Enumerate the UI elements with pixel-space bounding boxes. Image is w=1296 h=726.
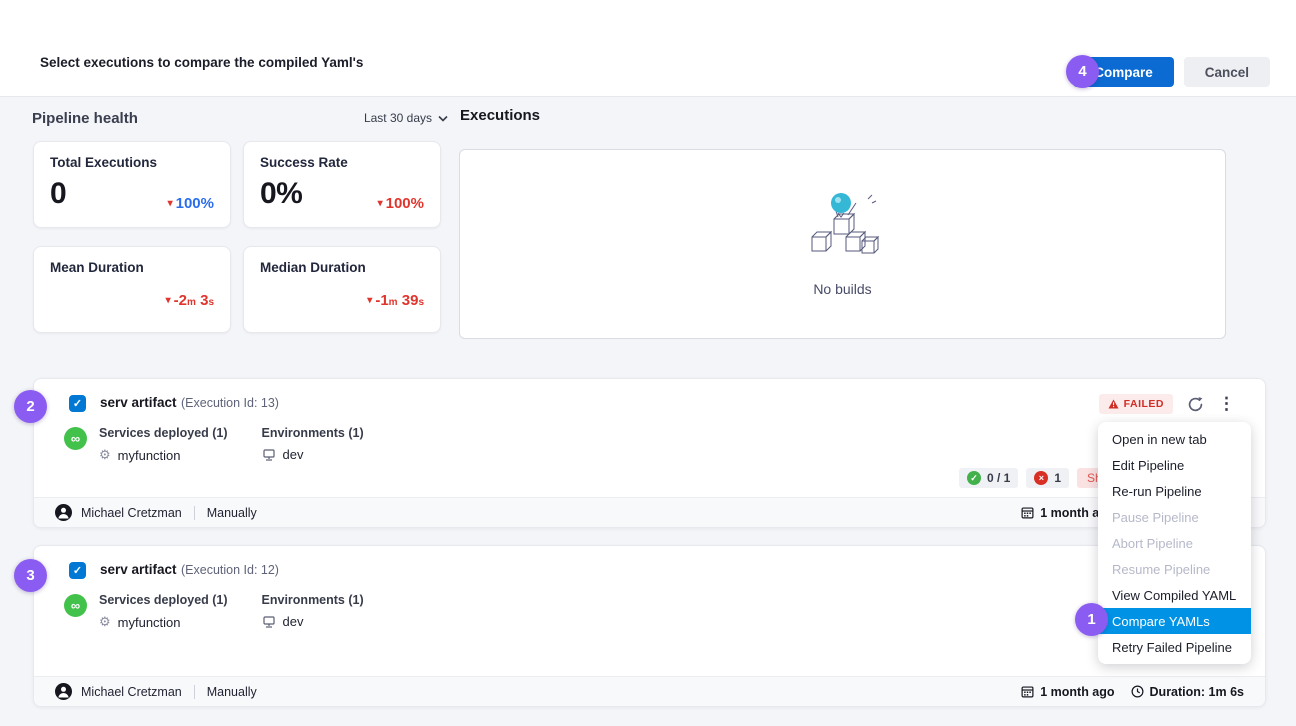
success-count-pill: ✓0 / 1 xyxy=(959,468,1018,488)
trigger-type: Manually xyxy=(207,506,257,520)
page-header: Select executions to compare the compile… xyxy=(0,0,1296,97)
no-builds-label: No builds xyxy=(813,281,871,297)
cd-module-icon: ∞ xyxy=(64,427,87,450)
annotation-step-4: 4 xyxy=(1066,55,1099,88)
pipeline-health-title: Pipeline health xyxy=(32,110,138,127)
stat-delta: ▾-1m 39s xyxy=(367,292,424,309)
environments-column: Environments (1) dev xyxy=(262,593,364,630)
trigger-type: Manually xyxy=(207,685,257,699)
success-check-icon: ✓ xyxy=(967,471,981,485)
check-icon: ✓ xyxy=(73,397,82,410)
rerun-button[interactable] xyxy=(1186,395,1205,414)
menu-item-open-in-new-tab[interactable]: Open in new tab xyxy=(1098,426,1251,452)
execution-id: (Execution Id: 12) xyxy=(181,563,279,577)
execution-footer: Michael Cretzman Manually 1 month ago Du… xyxy=(34,497,1265,527)
stat-delta: ▾100% xyxy=(378,195,424,212)
cd-module-icon: ∞ xyxy=(64,594,87,617)
services-deployed-label: Services deployed (1) xyxy=(99,426,228,440)
environment-item: dev xyxy=(262,447,364,462)
menu-item-compare-yamls[interactable]: Compare YAMLs xyxy=(1098,608,1251,634)
page-title: Select executions to compare the compile… xyxy=(40,55,363,70)
divider xyxy=(194,506,195,520)
divider xyxy=(194,685,195,699)
monitor-icon xyxy=(262,448,276,462)
environments-label: Environments (1) xyxy=(262,426,364,440)
user-name: Michael Cretzman xyxy=(81,685,182,699)
execution-title: serv artifact (Execution Id: 12) xyxy=(100,561,279,579)
menu-item-abort-pipeline[interactable]: Abort Pipeline xyxy=(1098,530,1251,556)
row-checkbox[interactable]: ✓ xyxy=(69,395,86,412)
calendar-icon xyxy=(1021,685,1034,698)
date-range-label: Last 30 days xyxy=(364,111,432,125)
triangle-down-icon: ▾ xyxy=(166,295,171,306)
gear-icon: ⚙ xyxy=(99,614,111,630)
environment-item: dev xyxy=(262,614,364,629)
execution-name: serv artifact xyxy=(100,395,177,410)
stat-title: Total Executions xyxy=(50,155,214,170)
stat-title: Success Rate xyxy=(260,155,424,170)
execution-card-13: ✓ serv artifact (Execution Id: 13) ∞ Ser… xyxy=(33,378,1266,528)
cancel-button[interactable]: Cancel xyxy=(1184,57,1270,87)
environments-column: Environments (1) dev xyxy=(262,426,364,463)
stat-delta: ▾100% xyxy=(168,195,214,212)
execution-name: serv artifact xyxy=(100,562,177,577)
triangle-down-icon: ▾ xyxy=(378,198,383,209)
pipeline-health-grid: Total Executions 0 ▾100% Success Rate 0%… xyxy=(33,141,441,333)
menu-item-retry-failed-pipeline[interactable]: Retry Failed Pipeline xyxy=(1098,634,1251,660)
stat-title: Median Duration xyxy=(260,260,424,275)
stat-card-total-executions: Total Executions 0 ▾100% xyxy=(33,141,231,228)
execution-footer: Michael Cretzman Manually 1 month ago Du… xyxy=(34,676,1265,706)
avatar xyxy=(55,683,72,700)
avatar xyxy=(55,504,72,521)
duration: Duration: 1m 6s xyxy=(1131,685,1244,699)
stat-card-mean-duration: Mean Duration ▾-2m 3s xyxy=(33,246,231,333)
row-checkbox[interactable]: ✓ xyxy=(69,562,86,579)
pipeline-health-header: Pipeline health Last 30 days xyxy=(32,106,448,130)
compare-executions-screen: Select executions to compare the compile… xyxy=(0,0,1296,726)
chevron-down-icon xyxy=(438,115,448,122)
status-badge-failed: FAILED xyxy=(1099,394,1173,414)
warning-icon xyxy=(1108,399,1119,409)
stat-delta: ▾-2m 3s xyxy=(166,292,214,309)
calendar-icon xyxy=(1021,506,1034,519)
services-column: Services deployed (1) ⚙myfunction xyxy=(99,593,228,630)
executions-empty-panel: No builds xyxy=(459,149,1226,339)
stat-card-median-duration: Median Duration ▾-1m 39s xyxy=(243,246,441,333)
failed-count-pill: ×1 xyxy=(1026,468,1069,488)
menu-item-edit-pipeline[interactable]: Edit Pipeline xyxy=(1098,452,1251,478)
menu-item-resume-pipeline[interactable]: Resume Pipeline xyxy=(1098,556,1251,582)
service-item: ⚙myfunction xyxy=(99,614,228,630)
fail-cross-icon: × xyxy=(1034,471,1048,485)
more-options-button[interactable]: ⋮ xyxy=(1218,394,1235,414)
date-range-select[interactable]: Last 30 days xyxy=(364,111,448,125)
services-column: Services deployed (1) ⚙myfunction xyxy=(99,426,228,463)
stat-card-success-rate: Success Rate 0% ▾100% xyxy=(243,141,441,228)
execution-context-menu: Open in new tab Edit Pipeline Re-run Pip… xyxy=(1098,422,1251,664)
header-actions: Compare Cancel xyxy=(1073,57,1270,87)
retry-icon xyxy=(1186,395,1205,414)
environments-label: Environments (1) xyxy=(262,593,364,607)
menu-item-rerun-pipeline[interactable]: Re-run Pipeline xyxy=(1098,478,1251,504)
stat-title: Mean Duration xyxy=(50,260,214,275)
triangle-down-icon: ▾ xyxy=(367,295,372,306)
gear-icon: ⚙ xyxy=(99,447,111,463)
execution-title: serv artifact (Execution Id: 13) xyxy=(100,394,279,412)
service-item: ⚙myfunction xyxy=(99,447,228,463)
annotation-step-3: 3 xyxy=(14,559,47,592)
kebab-icon: ⋮ xyxy=(1218,394,1235,414)
time-ago: 1 month ago xyxy=(1021,685,1114,699)
executions-title: Executions xyxy=(460,107,540,124)
menu-item-view-compiled-yaml[interactable]: View Compiled YAML xyxy=(1098,582,1251,608)
annotation-step-2: 2 xyxy=(14,390,47,423)
no-builds-illustration xyxy=(788,191,898,271)
menu-item-pause-pipeline[interactable]: Pause Pipeline xyxy=(1098,504,1251,530)
clock-icon xyxy=(1131,685,1144,698)
annotation-step-1: 1 xyxy=(1075,603,1108,636)
check-icon: ✓ xyxy=(73,564,82,577)
triangle-down-icon: ▾ xyxy=(168,198,173,209)
execution-id: (Execution Id: 13) xyxy=(181,396,279,410)
user-name: Michael Cretzman xyxy=(81,506,182,520)
services-deployed-label: Services deployed (1) xyxy=(99,593,228,607)
monitor-icon xyxy=(262,615,276,629)
